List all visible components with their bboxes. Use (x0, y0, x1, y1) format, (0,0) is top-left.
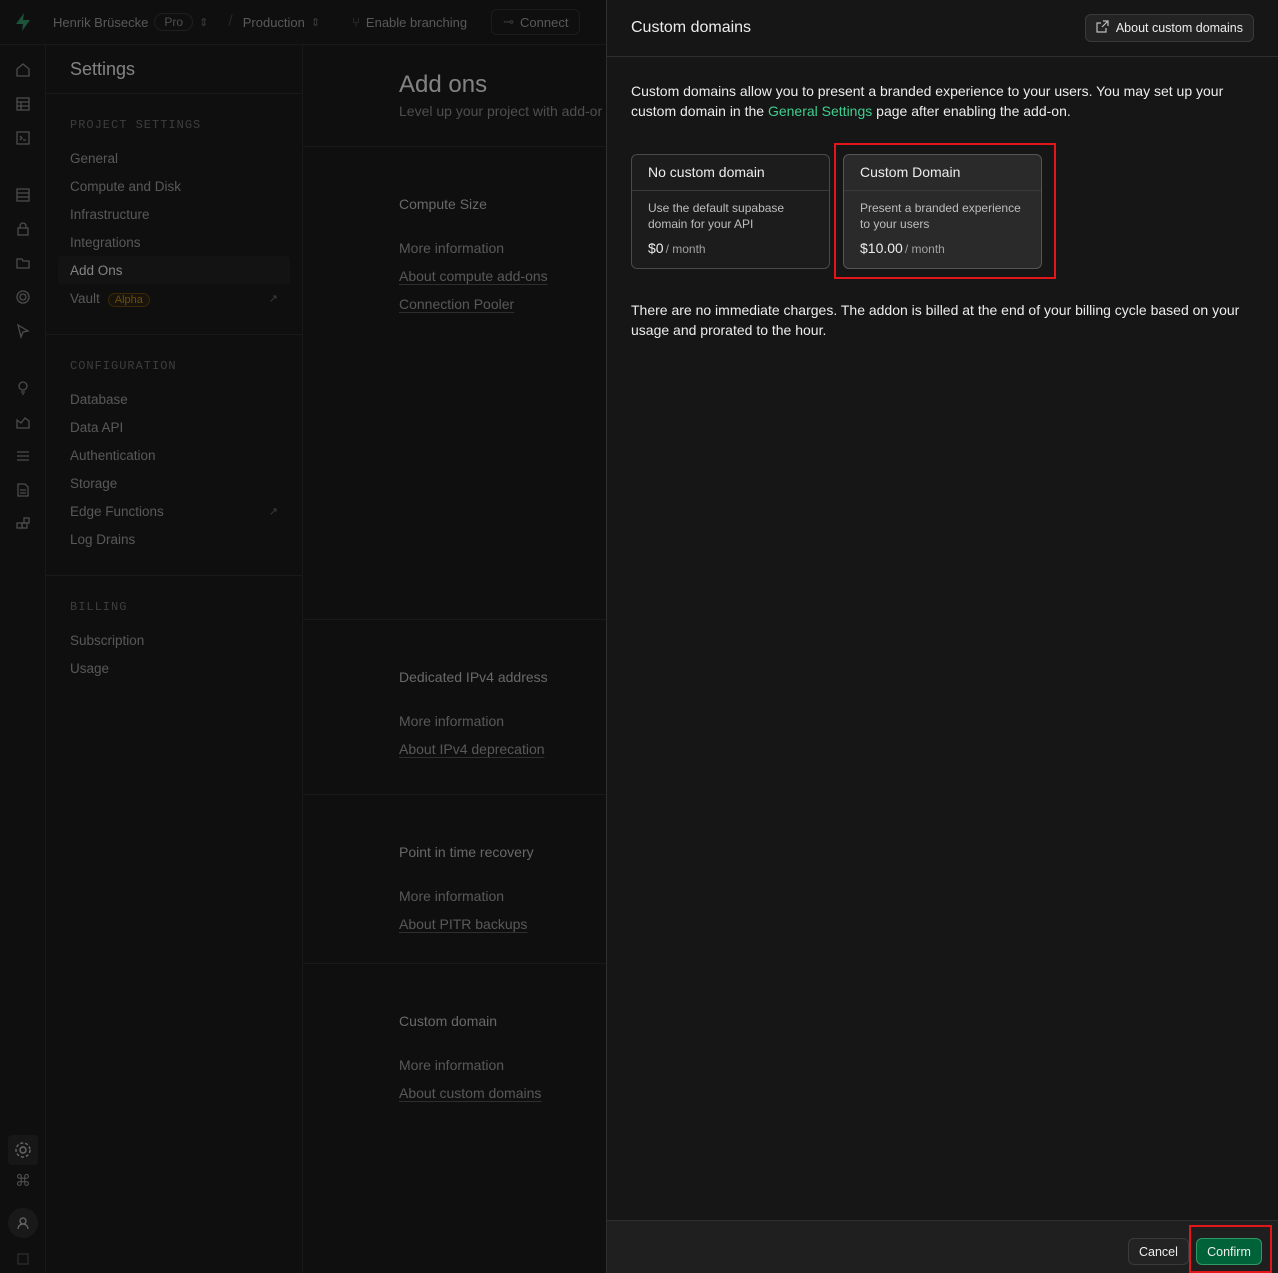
description-text: page after enabling the add-on. (872, 103, 1071, 119)
panel-body: Custom domains allow you to present a br… (607, 57, 1278, 340)
about-custom-domains-button[interactable]: About custom domains (1084, 14, 1254, 42)
modal-overlay[interactable] (0, 0, 606, 1273)
about-custom-domains-label: About custom domains (1115, 21, 1243, 35)
confirm-button[interactable]: Confirm (1196, 1238, 1262, 1265)
price-amount: $10.00 (860, 240, 903, 256)
billing-note: There are no immediate charges. The addo… (631, 302, 1240, 338)
cancel-button[interactable]: Cancel (1128, 1238, 1189, 1265)
option-description: Use the default supabase domain for your… (648, 201, 785, 231)
panel-title: Custom domains (631, 19, 752, 36)
domain-options: No custom domain Use the default supabas… (631, 143, 1254, 279)
option-price: $10.00/ month (860, 240, 1025, 256)
option-name: No custom domain (632, 155, 829, 191)
custom-domains-panel: Custom domains About custom domains Cust… (606, 0, 1278, 1273)
option-no-custom-domain[interactable]: No custom domain Use the default supabas… (631, 154, 830, 269)
external-link-icon (1096, 20, 1109, 36)
price-period: / month (665, 242, 706, 256)
panel-footer: Cancel Confirm (607, 1220, 1278, 1273)
option-description: Present a branded experience to your use… (860, 201, 1021, 231)
general-settings-link[interactable]: General Settings (768, 103, 872, 119)
option-price: $0/ month (648, 240, 813, 256)
price-amount: $0 (648, 240, 664, 256)
panel-header: Custom domains About custom domains (607, 0, 1278, 57)
option-name: Custom Domain (844, 155, 1041, 191)
price-period: / month (904, 242, 945, 256)
panel-description: Custom domains allow you to present a br… (631, 81, 1251, 121)
option-custom-domain[interactable]: Custom Domain Present a branded experien… (843, 154, 1042, 269)
